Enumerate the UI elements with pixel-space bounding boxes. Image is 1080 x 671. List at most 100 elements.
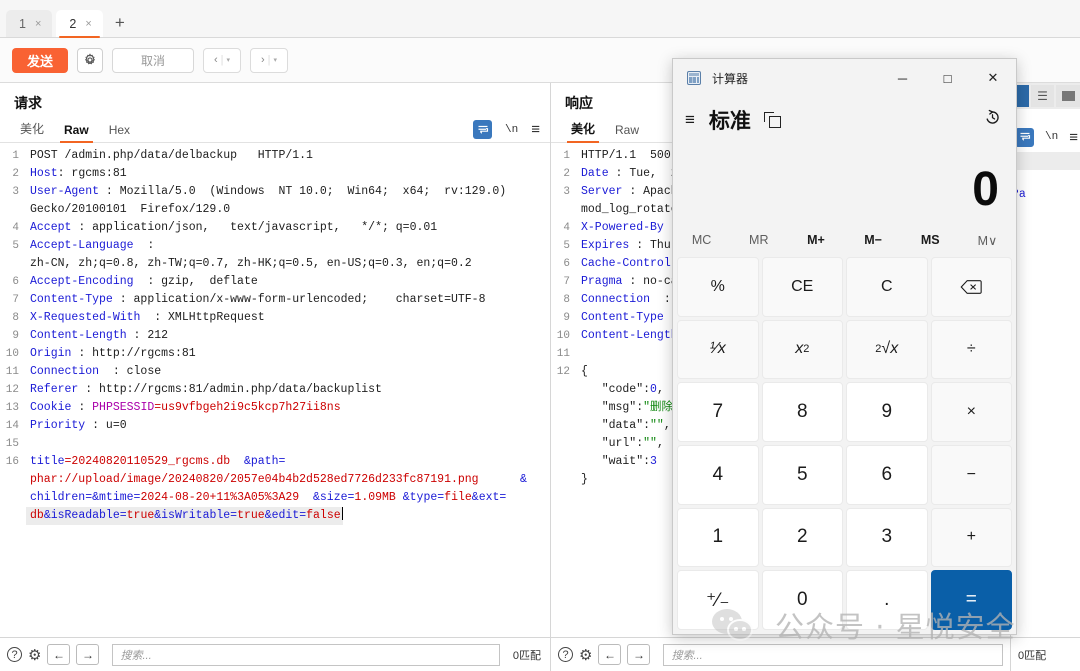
response-search-input[interactable]: 搜索...: [663, 643, 1003, 666]
calc-key-nine[interactable]: 9: [846, 382, 928, 442]
memory-button-m[interactable]: M∨: [959, 233, 1016, 248]
calc-key-add[interactable]: +: [930, 507, 1012, 568]
tab-list: 1 × 2 ×: [6, 10, 103, 38]
token: isReadable: [50, 509, 120, 522]
search-back-button[interactable]: ←: [47, 644, 71, 665]
search-back-button[interactable]: ←: [598, 644, 622, 665]
calc-key-two[interactable]: 2: [761, 507, 843, 568]
calc-key-negate[interactable]: ⁺⁄₋: [677, 570, 759, 630]
tab-1[interactable]: 1 ×: [6, 10, 53, 37]
minimize-button[interactable]: ─: [880, 59, 925, 97]
history-icon[interactable]: [983, 108, 1002, 132]
calc-key-one[interactable]: 1: [677, 507, 759, 568]
next-button[interactable]: › | ▾: [250, 47, 288, 73]
next-label: ›: [260, 54, 265, 66]
token: ext: [478, 491, 500, 504]
token: Host: [30, 167, 58, 180]
calc-key-equals[interactable]: =: [930, 570, 1012, 630]
request-subtab-美化[interactable]: 美化: [10, 120, 54, 142]
line-text: Date : Tue, 20: [577, 165, 685, 183]
calc-key-square-root[interactable]: 2 √x: [846, 319, 928, 380]
token: =&: [85, 491, 100, 504]
calc-key-multiply[interactable]: ×: [930, 382, 1012, 442]
response-subtab-美化[interactable]: 美化: [561, 120, 605, 143]
calc-key-seven[interactable]: 7: [677, 382, 759, 442]
code-line: 5 Accept-Language :: [0, 237, 550, 255]
token: : application/json, text/javascript, */*…: [71, 221, 438, 234]
close-button[interactable]: ✕: [970, 59, 1016, 97]
send-button[interactable]: 发送: [12, 47, 68, 73]
calc-key-clear[interactable]: C: [846, 257, 928, 317]
request-search-input[interactable]: 搜索...: [112, 643, 500, 666]
calc-key-five[interactable]: 5: [761, 445, 843, 505]
line-number: 4: [563, 222, 570, 234]
calc-key-four[interactable]: 4: [677, 445, 759, 505]
third-block-button[interactable]: [1056, 85, 1080, 107]
search-forward-button[interactable]: →: [76, 644, 100, 665]
calc-key-decimal[interactable]: .: [846, 570, 928, 630]
token: /admin.php/data/delbackup HTTP/1.1: [64, 149, 313, 162]
calc-key-clear-entry[interactable]: CE: [761, 257, 843, 317]
search-forward-button[interactable]: →: [627, 644, 651, 665]
calculator-title-bar[interactable]: 计算器 ─ □ ✕: [673, 59, 1016, 97]
line-text: Content-Length : 212: [26, 327, 168, 345]
newline-toggle[interactable]: \n: [505, 124, 518, 136]
calc-key-zero[interactable]: 0: [761, 570, 843, 630]
wrap-lines-icon[interactable]: [1015, 127, 1034, 147]
token: : 212: [126, 329, 169, 342]
help-icon[interactable]: ?: [558, 647, 573, 662]
calc-key-three[interactable]: 3: [846, 507, 928, 568]
request-subtab-Raw[interactable]: Raw: [54, 123, 99, 143]
line-text: POST /admin.php/data/delbackup HTTP/1.1: [26, 147, 313, 165]
token: isWritable: [161, 509, 231, 522]
line-text: Accept : application/json, text/javascri…: [26, 219, 437, 237]
memory-button-mc[interactable]: MC: [673, 233, 730, 247]
keep-on-top-icon[interactable]: [763, 111, 781, 129]
request-subtab-Hex[interactable]: Hex: [99, 123, 140, 142]
settings-button[interactable]: [77, 47, 103, 73]
calc-key-percent[interactable]: %: [677, 257, 759, 317]
token: false: [306, 509, 341, 522]
code-line: 10 Origin : http://rgcms:81: [0, 345, 550, 363]
line-number: 15: [5, 438, 19, 450]
new-tab-button[interactable]: +: [107, 10, 133, 36]
memory-button-mr[interactable]: MR: [730, 233, 787, 247]
memory-button-m[interactable]: M−: [845, 233, 902, 247]
calc-key-subtract[interactable]: −: [930, 445, 1012, 505]
calc-key-six[interactable]: 6: [846, 445, 928, 505]
request-code-area[interactable]: 1 POST /admin.php/data/delbackup HTTP/1.1…: [0, 143, 550, 622]
token: ,: [656, 437, 664, 450]
tab-close-icon[interactable]: ×: [35, 18, 41, 30]
wrap-lines-icon[interactable]: [473, 120, 493, 139]
response-subtab-Raw[interactable]: Raw: [605, 123, 649, 142]
tab-2[interactable]: 2 ×: [56, 10, 103, 38]
tab-label: 1: [19, 16, 26, 31]
calc-key-reciprocal[interactable]: ¹⁄x: [677, 319, 759, 380]
calc-key-divide[interactable]: ÷: [930, 319, 1012, 380]
token: true: [126, 509, 155, 522]
gear-icon[interactable]: ⚙: [28, 646, 41, 664]
help-icon[interactable]: ?: [7, 647, 22, 662]
calculator-window: 计算器 ─ □ ✕ ≡ 标准 0 MC MR M+ M− MS M∨ % CE C ¹⁄x x 2 2…: [672, 58, 1017, 635]
text-caret: [341, 507, 343, 520]
maximize-button[interactable]: □: [925, 59, 970, 97]
prev-button[interactable]: ‹ | ▾: [203, 47, 241, 73]
code-line: 4 Accept : application/json, text/javascr…: [0, 219, 550, 237]
calc-key-eight[interactable]: 8: [761, 382, 843, 442]
hamburger-menu-icon[interactable]: ≡: [685, 110, 695, 130]
calc-key-square[interactable]: x2: [761, 319, 843, 380]
calc-key-backspace[interactable]: [930, 257, 1012, 317]
line-number: 1: [563, 150, 570, 162]
line-number: 11: [556, 348, 570, 360]
cancel-button[interactable]: 取消: [112, 47, 194, 73]
line-text: "msg":"删除: [577, 399, 673, 417]
tab-close-icon[interactable]: ×: [85, 18, 91, 30]
third-lines-button[interactable]: ☰: [1030, 85, 1055, 107]
request-menu-icon[interactable]: ≡: [531, 122, 540, 137]
third-menu-icon[interactable]: ≡: [1069, 130, 1078, 145]
memory-button-m+[interactable]: M+: [787, 233, 844, 247]
token: "": [643, 437, 657, 450]
third-newline-toggle[interactable]: \n: [1045, 131, 1058, 143]
gear-icon[interactable]: ⚙: [579, 646, 592, 664]
memory-button-ms[interactable]: MS: [902, 233, 959, 247]
